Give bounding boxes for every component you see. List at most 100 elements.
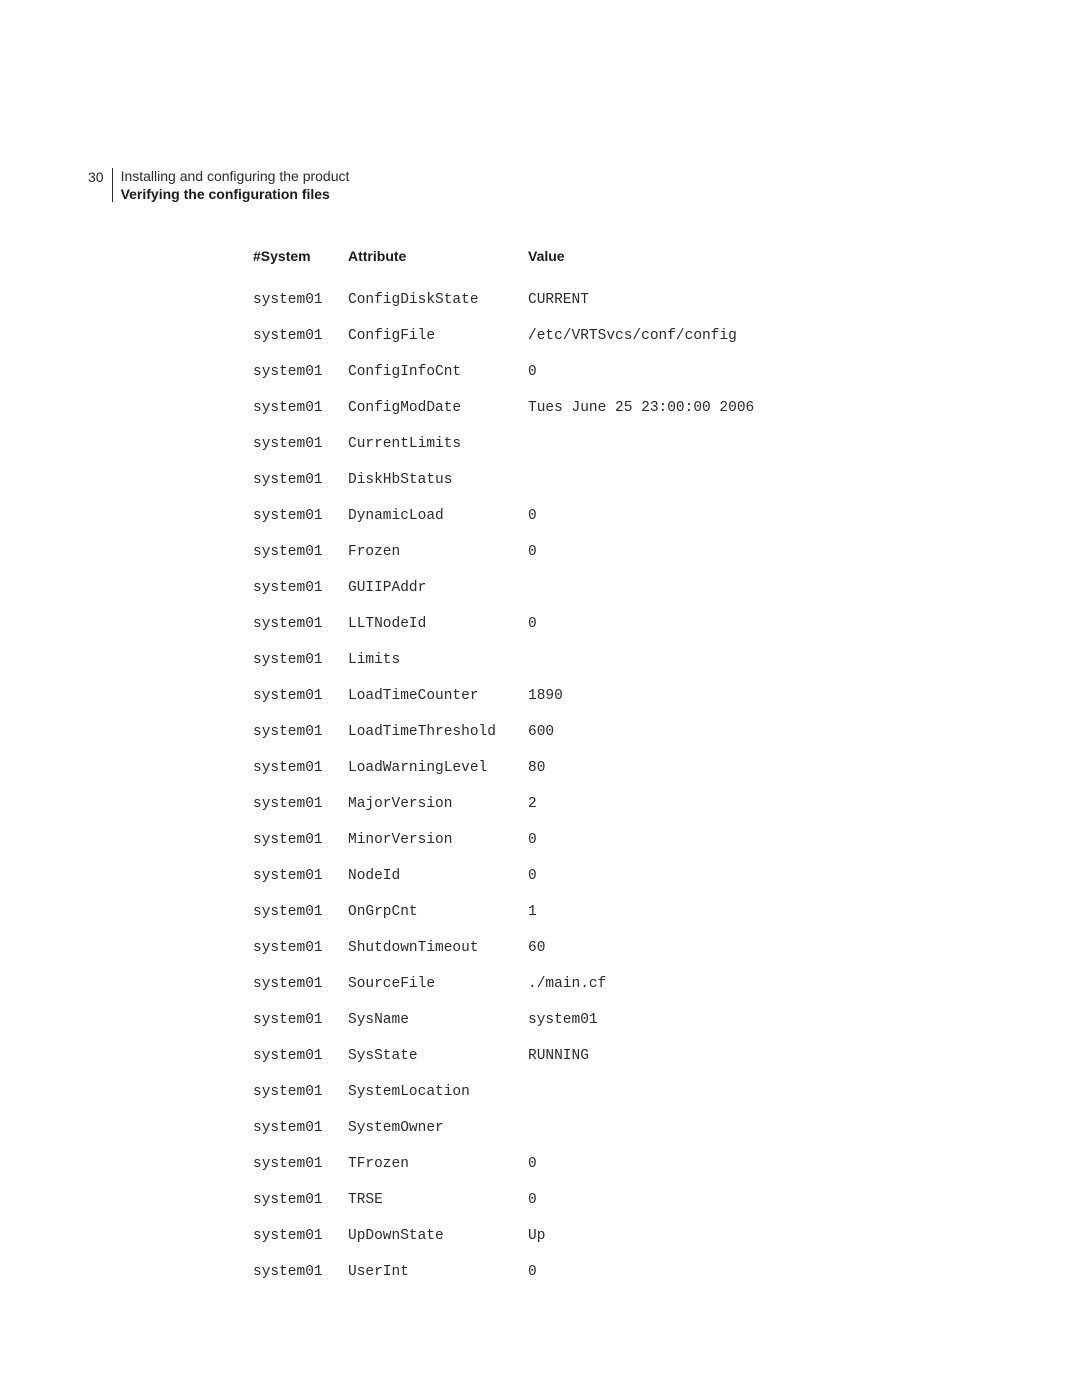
cell-system: system01 (253, 1146, 348, 1182)
table-header-system: #System (253, 248, 348, 282)
cell-attribute: OnGrpCnt (348, 894, 528, 930)
table-row: system01LoadTimeThreshold600 (253, 714, 808, 750)
table-row: system01SysStateRUNNING (253, 1038, 808, 1074)
cell-attribute: ConfigFile (348, 318, 528, 354)
table-row: system01ConfigModDateTues June 25 23:00:… (253, 390, 808, 426)
cell-attribute: ShutdownTimeout (348, 930, 528, 966)
cell-value: CURRENT (528, 282, 808, 318)
cell-attribute: LLTNodeId (348, 606, 528, 642)
table-row: system01SourceFile./main.cf (253, 966, 808, 1002)
table-row: system01TRSE0 (253, 1182, 808, 1218)
header-divider (112, 168, 113, 202)
cell-value (528, 570, 808, 606)
table-row: system01LoadWarningLevel80 (253, 750, 808, 786)
cell-value (528, 642, 808, 678)
cell-value: /etc/VRTSvcs/conf/config (528, 318, 808, 354)
cell-system: system01 (253, 1182, 348, 1218)
cell-system: system01 (253, 714, 348, 750)
table-row: system01UpDownStateUp (253, 1218, 808, 1254)
cell-attribute: LoadTimeCounter (348, 678, 528, 714)
table-row: system01LLTNodeId0 (253, 606, 808, 642)
cell-system: system01 (253, 642, 348, 678)
cell-attribute: LoadWarningLevel (348, 750, 528, 786)
cell-value: 0 (528, 606, 808, 642)
cell-attribute: SysState (348, 1038, 528, 1074)
cell-attribute: DiskHbStatus (348, 462, 528, 498)
cell-attribute: SysName (348, 1002, 528, 1038)
cell-value: Tues June 25 23:00:00 2006 (528, 390, 808, 426)
cell-value (528, 1110, 808, 1146)
cell-value: 0 (528, 1146, 808, 1182)
table-row: system01TFrozen0 (253, 1146, 808, 1182)
cell-value: 0 (528, 498, 808, 534)
cell-attribute: UpDownState (348, 1218, 528, 1254)
cell-system: system01 (253, 786, 348, 822)
page-number: 30 (88, 168, 104, 185)
cell-system: system01 (253, 822, 348, 858)
cell-system: system01 (253, 498, 348, 534)
cell-system: system01 (253, 318, 348, 354)
cell-attribute: Limits (348, 642, 528, 678)
cell-attribute: SystemOwner (348, 1110, 528, 1146)
cell-attribute: ConfigInfoCnt (348, 354, 528, 390)
table-row: system01GUIIPAddr (253, 570, 808, 606)
cell-system: system01 (253, 678, 348, 714)
cell-attribute: SourceFile (348, 966, 528, 1002)
cell-attribute: MinorVersion (348, 822, 528, 858)
cell-attribute: TFrozen (348, 1146, 528, 1182)
cell-value: 80 (528, 750, 808, 786)
cell-system: system01 (253, 966, 348, 1002)
table-row: system01ConfigInfoCnt0 (253, 354, 808, 390)
cell-value: 0 (528, 1182, 808, 1218)
table-header-value: Value (528, 248, 808, 282)
cell-attribute: GUIIPAddr (348, 570, 528, 606)
table-row: system01SystemLocation (253, 1074, 808, 1110)
table-header-row: #System Attribute Value (253, 248, 808, 282)
cell-value: 600 (528, 714, 808, 750)
cell-system: system01 (253, 534, 348, 570)
cell-value: 0 (528, 822, 808, 858)
cell-system: system01 (253, 354, 348, 390)
table-row: system01DiskHbStatus (253, 462, 808, 498)
cell-attribute: LoadTimeThreshold (348, 714, 528, 750)
table-row: system01ShutdownTimeout60 (253, 930, 808, 966)
table-row: system01Limits (253, 642, 808, 678)
table-row: system01CurrentLimits (253, 426, 808, 462)
cell-system: system01 (253, 1254, 348, 1290)
cell-system: system01 (253, 426, 348, 462)
header-section-title: Verifying the configuration files (121, 186, 350, 202)
cell-system: system01 (253, 1110, 348, 1146)
cell-system: system01 (253, 282, 348, 318)
cell-system: system01 (253, 570, 348, 606)
cell-value: 1890 (528, 678, 808, 714)
table-row: system01SysNamesystem01 (253, 1002, 808, 1038)
table-row: system01OnGrpCnt1 (253, 894, 808, 930)
cell-system: system01 (253, 894, 348, 930)
table-row: system01SystemOwner (253, 1110, 808, 1146)
table-row: system01MajorVersion2 (253, 786, 808, 822)
table-body: system01ConfigDiskStateCURRENTsystem01Co… (253, 282, 808, 1290)
cell-system: system01 (253, 1002, 348, 1038)
cell-system: system01 (253, 930, 348, 966)
cell-value: 60 (528, 930, 808, 966)
table-row: system01DynamicLoad0 (253, 498, 808, 534)
cell-attribute: ConfigDiskState (348, 282, 528, 318)
cell-system: system01 (253, 390, 348, 426)
cell-value: 0 (528, 354, 808, 390)
cell-value (528, 462, 808, 498)
cell-value: Up (528, 1218, 808, 1254)
cell-system: system01 (253, 750, 348, 786)
cell-value (528, 1074, 808, 1110)
page-header: 30 Installing and configuring the produc… (88, 168, 349, 202)
cell-value: 2 (528, 786, 808, 822)
cell-value (528, 426, 808, 462)
table-header-attribute: Attribute (348, 248, 528, 282)
table-row: system01MinorVersion0 (253, 822, 808, 858)
cell-attribute: ConfigModDate (348, 390, 528, 426)
cell-system: system01 (253, 1038, 348, 1074)
cell-attribute: DynamicLoad (348, 498, 528, 534)
table-row: system01ConfigDiskStateCURRENT (253, 282, 808, 318)
cell-system: system01 (253, 1074, 348, 1110)
header-text-block: Installing and configuring the product V… (121, 168, 350, 202)
cell-attribute: CurrentLimits (348, 426, 528, 462)
